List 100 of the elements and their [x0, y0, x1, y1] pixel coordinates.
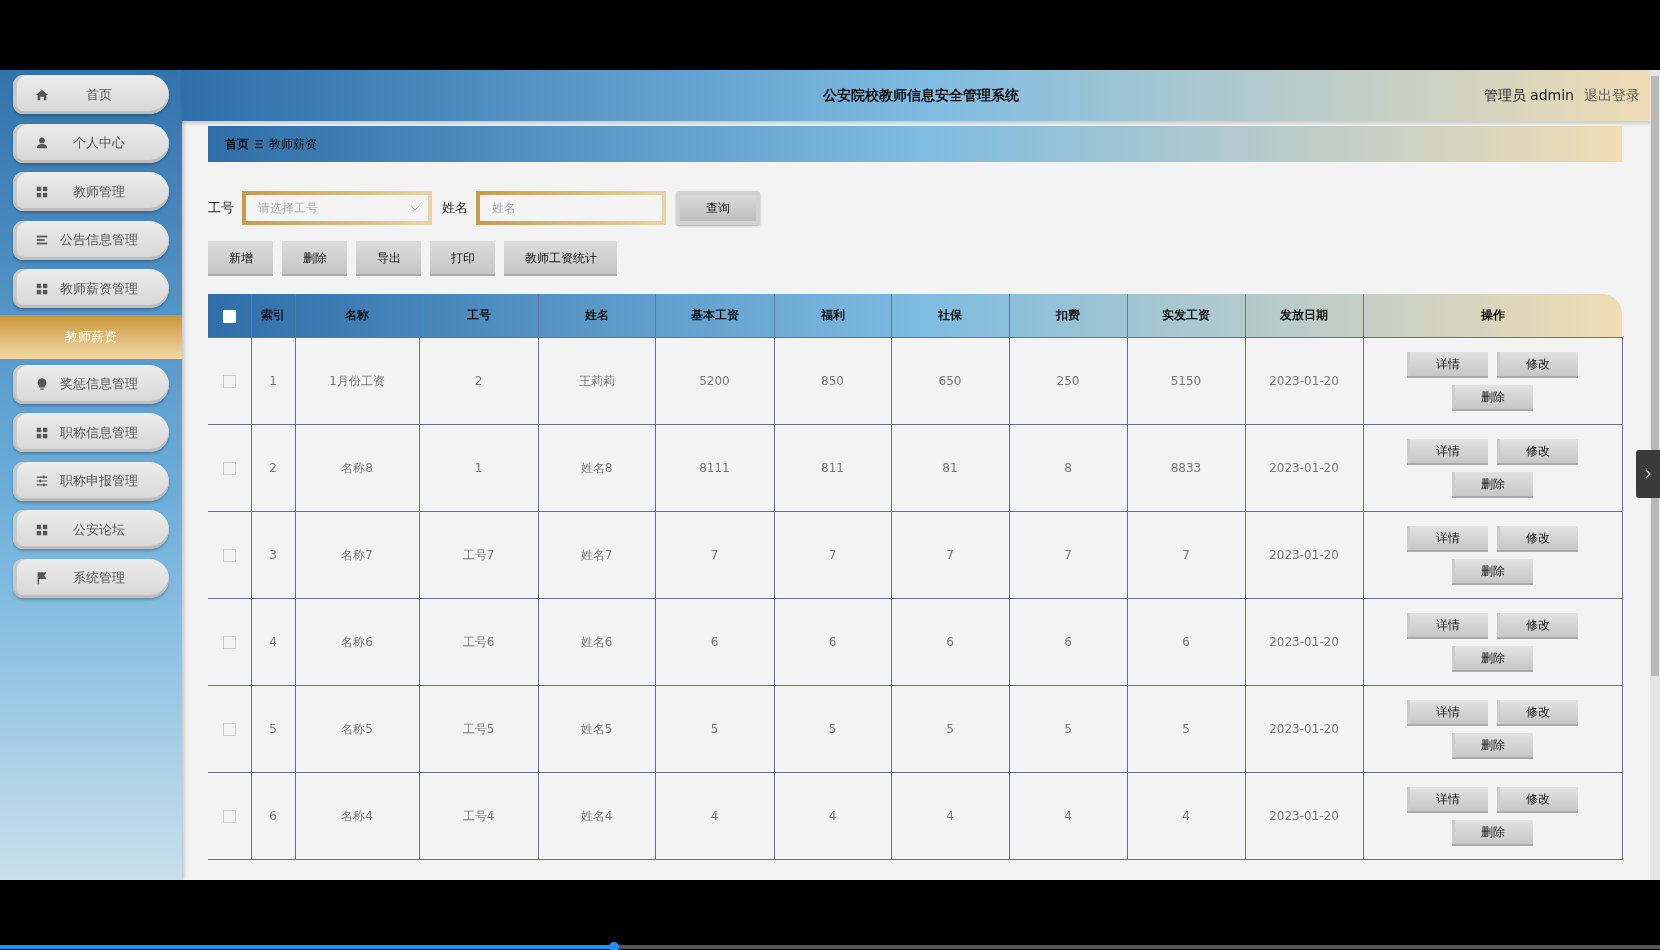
row-action-button[interactable]: 修改	[1497, 438, 1578, 465]
row-action-button[interactable]: 详情	[1407, 786, 1488, 813]
checkbox[interactable]	[222, 723, 236, 736]
row-action-button[interactable]: 删除	[1452, 558, 1533, 585]
table-cell: 7	[655, 511, 774, 599]
table-cell: 5	[1127, 685, 1245, 773]
row-action-button[interactable]: 删除	[1452, 732, 1533, 759]
sidebar-item[interactable]: 首页	[13, 75, 169, 114]
sidebar-item[interactable]: 公告信息管理	[13, 220, 169, 260]
list-icon	[35, 233, 49, 247]
column-header: 索引	[251, 294, 295, 338]
table-cell: 4	[655, 772, 774, 860]
progress-handle[interactable]	[609, 942, 620, 950]
action-button[interactable]: 打印	[430, 241, 495, 276]
table-cell: 4	[891, 772, 1009, 860]
table-cell: 工号5	[419, 685, 538, 773]
grid-icon	[35, 425, 49, 440]
table-cell: 1月份工资	[295, 337, 419, 425]
table-cell: 6	[1127, 598, 1245, 686]
action-button[interactable]: 教师工资统计	[504, 241, 617, 276]
table-cell: 2023-01-20	[1245, 685, 1363, 773]
row-action-button[interactable]: 详情	[1407, 438, 1488, 465]
grid-icon	[35, 184, 49, 199]
checkbox[interactable]	[222, 810, 236, 823]
sidebar-item[interactable]: 奖惩信息管理	[13, 364, 169, 404]
table-cell: 2023-01-20	[1245, 424, 1363, 512]
expand-button[interactable]	[1636, 450, 1660, 498]
table-cell: 650	[891, 337, 1009, 425]
chevron-down-icon	[410, 203, 420, 213]
table-cell: 3	[251, 511, 295, 599]
checkbox[interactable]	[222, 462, 236, 475]
column-header: 基本工资	[655, 294, 774, 338]
row-action-button[interactable]: 详情	[1407, 525, 1488, 552]
column-header: 社保	[891, 294, 1009, 338]
table-cell: 4	[774, 772, 891, 860]
action-button[interactable]: 导出	[356, 241, 421, 276]
flag-icon	[35, 571, 49, 585]
action-button[interactable]: 删除	[282, 241, 347, 276]
scrollbar[interactable]	[1650, 70, 1660, 880]
logout-link[interactable]: 退出登录	[1584, 86, 1640, 105]
checkbox[interactable]	[222, 549, 236, 562]
checkbox[interactable]	[222, 375, 236, 388]
table-cell: 工号4	[419, 772, 538, 860]
action-button[interactable]: 新增	[208, 241, 273, 276]
table-cell: 4	[251, 598, 295, 686]
table-cell: 8111	[655, 424, 774, 512]
table-cell: 6	[655, 598, 774, 686]
table-cell: 4	[1127, 772, 1245, 860]
column-header: 姓名	[538, 294, 655, 338]
checkbox[interactable]	[222, 636, 236, 649]
table-cell: 2023-01-20	[1245, 511, 1363, 599]
table-cell: 81	[891, 424, 1009, 512]
row-action-button[interactable]: 修改	[1497, 351, 1578, 378]
table-cell: 2023-01-20	[1245, 598, 1363, 686]
row-action-button[interactable]: 删除	[1452, 819, 1533, 846]
bulb-icon	[35, 377, 49, 391]
table-cell: 1	[251, 337, 295, 425]
table-cell: 6	[251, 772, 295, 860]
sidebar-item[interactable]: 公安论坛	[13, 510, 169, 549]
sidebar-item[interactable]: 教师管理	[13, 172, 169, 211]
breadcrumb-link[interactable]: 教师薪资	[269, 135, 317, 153]
column-header: 工号	[419, 294, 538, 338]
table-cell: 811	[774, 424, 891, 512]
table-cell: 名称4	[295, 772, 419, 860]
row-action-button[interactable]: 详情	[1407, 351, 1488, 378]
table-cell: 姓名8	[538, 424, 655, 512]
table-cell: 5	[891, 685, 1009, 773]
table-cell: 7	[1009, 511, 1127, 599]
row-action-button[interactable]: 修改	[1497, 612, 1578, 639]
sidebar-item[interactable]: 教师薪资管理	[13, 269, 169, 308]
sidebar-item[interactable]: 系统管理	[13, 558, 169, 598]
table-cell: 名称7	[295, 511, 419, 599]
table-cell: 6	[891, 598, 1009, 686]
table-cell: 2023-01-20	[1245, 337, 1363, 425]
row-action-button[interactable]: 修改	[1497, 699, 1578, 726]
sidebar-item[interactable]: 职称信息管理	[13, 413, 169, 452]
row-action-button[interactable]: 删除	[1452, 471, 1533, 498]
breadcrumb-link[interactable]: 首页	[225, 135, 249, 153]
table-cell: 姓名5	[538, 685, 655, 773]
query-button[interactable]: 查询	[676, 191, 760, 225]
field-label: 工号	[208, 199, 234, 217]
row-action-button[interactable]: 修改	[1497, 786, 1578, 813]
sidebar-item[interactable]: 个人中心	[13, 123, 169, 163]
home-icon	[35, 87, 49, 102]
table-cell: 王莉莉	[538, 337, 655, 425]
table-cell: 2	[251, 424, 295, 512]
table-cell: 1	[419, 424, 538, 512]
table-cell: 工号7	[419, 511, 538, 599]
row-action-button[interactable]: 修改	[1497, 525, 1578, 552]
chevron-right-icon	[1643, 469, 1653, 479]
input-field[interactable]: 姓名	[476, 191, 666, 225]
row-action-button[interactable]: 详情	[1407, 699, 1488, 726]
row-action-button[interactable]: 详情	[1407, 612, 1488, 639]
row-action-button[interactable]: 删除	[1452, 384, 1533, 411]
table-cell: 姓名7	[538, 511, 655, 599]
sliders-icon	[35, 474, 49, 488]
select-field[interactable]: 请选择工号	[242, 191, 432, 225]
sidebar-item[interactable]: 职称申报管理	[13, 461, 169, 501]
table-cell: 6	[1009, 598, 1127, 686]
row-action-button[interactable]: 删除	[1452, 645, 1533, 672]
